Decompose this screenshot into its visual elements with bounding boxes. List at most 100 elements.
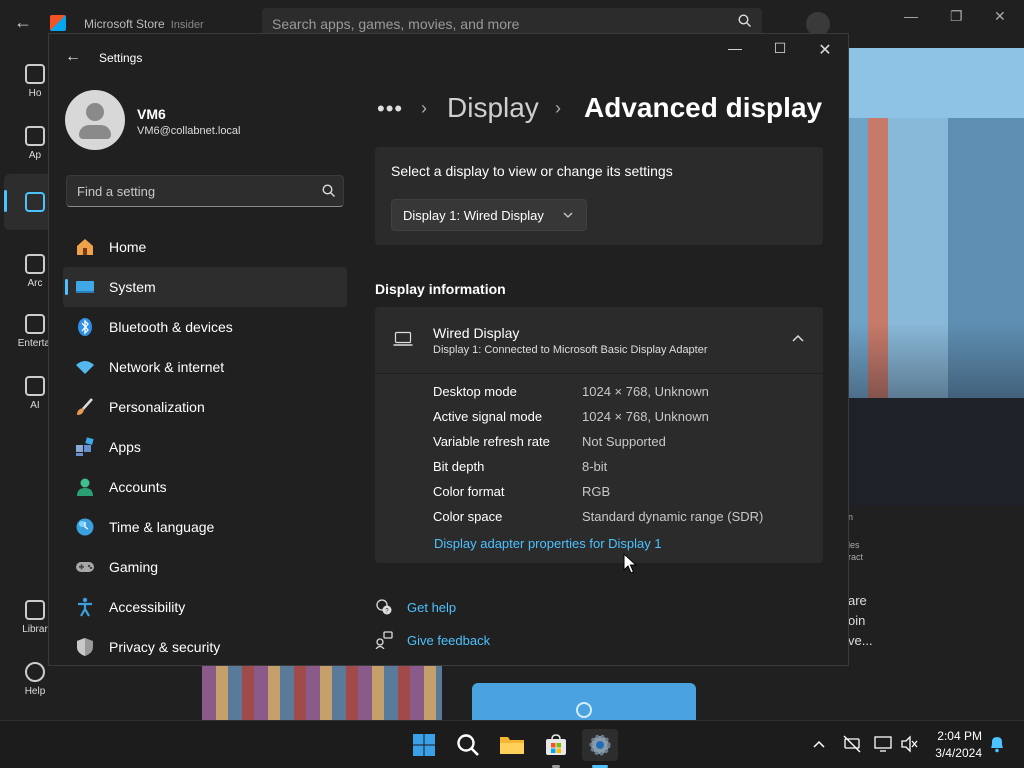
display-info-header[interactable]: Wired Display Display 1: Connected to Mi… [375,307,823,374]
gamepad-icon [76,562,94,572]
bluetooth-icon [78,318,92,336]
mouse-cursor-icon [623,553,637,574]
accessibility-icon [78,597,92,617]
nav-item-gaming[interactable]: Gaming [63,547,347,587]
chevron-up-icon[interactable] [813,739,825,749]
store-card-image[interactable] [202,664,442,720]
store-bag-icon [546,734,566,755]
select-display-label: Select a display to view or change its s… [391,163,673,179]
search-icon [322,184,335,197]
back-button[interactable]: ← [65,48,81,66]
display-subtitle: Display 1: Connected to Microsoft Basic … [433,344,708,356]
nav-item-personalization[interactable]: Personalization [63,387,347,427]
select-display-card: Select a display to view or change its s… [375,147,823,245]
user-email: VM6@collabnet.local [137,125,241,137]
store-minimize-button[interactable]: — [904,8,918,24]
folder-icon [500,737,524,754]
store-close-button[interactable]: ✕ [994,8,1006,25]
notification-bell-icon[interactable] [989,735,1005,753]
nav-item-accounts[interactable]: Accounts [63,467,347,507]
home-icon [77,239,93,255]
breadcrumb-display[interactable]: Display [447,92,539,124]
store-back-button[interactable]: ← [14,12,32,33]
page-title: Advanced display [584,92,823,123]
display-icon[interactable] [874,735,892,753]
volume-muted-icon[interactable] [900,735,918,753]
nav-item-time-language[interactable]: Time & language [63,507,347,547]
avatar[interactable] [65,90,125,150]
taskbar-search-button[interactable] [450,729,486,761]
display-info-card: Wired Display Display 1: Connected to Mi… [375,307,823,563]
settings-window: ← Settings — ☐ ✕ VM6 VM6@collabnet.local… [48,33,849,666]
store-nav-help[interactable]: Help [0,662,70,697]
nav-item-accessibility[interactable]: Accessibility [63,587,347,627]
accounts-icon [77,478,93,496]
nav-item-network[interactable]: Network & internet [63,347,347,387]
breadcrumb-more-button[interactable]: ••• [377,96,403,122]
display-dropdown[interactable]: Display 1: Wired Display [391,199,587,231]
home-icon [25,64,45,84]
store-maximize-button[interactable]: ❐ [950,8,963,25]
store-insider-badge: Insider [170,19,204,31]
entertainment-icon [25,314,45,334]
feedback-icon [375,631,393,649]
store-logo-icon [50,15,66,31]
store-side-text: ract [848,552,864,562]
settings-search-box[interactable] [66,175,344,207]
nav-item-system[interactable]: System [63,267,347,307]
nav-item-bluetooth[interactable]: Bluetooth & devices [63,307,347,347]
store-hero-image[interactable] [848,48,1024,506]
shield-icon [77,638,93,656]
microsoft-store-button[interactable] [538,729,574,761]
globe-clock-icon [76,518,94,536]
store-side-text: ve... [848,633,873,648]
close-button[interactable]: ✕ [809,40,841,60]
store-side-text: oin [848,613,866,628]
arcade-icon [25,254,45,274]
store-side-text: are [848,593,867,608]
window-title: Settings [99,51,143,65]
nav-item-home[interactable]: Home [63,227,347,267]
display-adapter-properties-link[interactable]: Display adapter properties for Display 1 [434,536,662,551]
chevron-up-icon[interactable] [791,333,805,345]
hero-street [848,398,1024,506]
store-search-placeholder: Search apps, games, movies, and more [272,16,520,32]
wifi-icon [76,361,94,374]
chevron-right-icon: › [555,98,561,118]
help-chat-icon: ? [376,599,392,615]
settings-taskbar-button[interactable] [582,729,618,761]
laptop-icon [393,331,413,346]
apps-icon [25,126,45,146]
nav-item-apps[interactable]: Apps [63,427,347,467]
user-name: VM6 [137,106,166,122]
windows-logo-icon [413,734,435,756]
apps-icon [76,437,94,456]
maximize-button[interactable]: ☐ [764,40,796,60]
clock-date[interactable]: 3/4/2024 [928,746,982,760]
settings-nav: Home System Bluetooth & devices Network … [63,227,347,667]
active-indicator [65,279,68,295]
chevron-down-icon [563,212,573,218]
chevron-right-icon: › [421,98,427,118]
store-side-text: les [848,540,860,550]
ai-icon [25,376,45,396]
start-button[interactable] [406,729,442,761]
file-explorer-button[interactable] [494,729,530,761]
network-disconnected-icon[interactable] [843,735,861,753]
search-icon [457,734,479,756]
library-icon [25,600,45,620]
section-heading: Display information [375,281,506,297]
brush-icon [77,398,93,415]
clock-time[interactable]: 2:04 PM [932,729,982,743]
taskbar: 2:04 PM 3/4/2024 [0,720,1024,768]
gaming-icon [25,192,45,212]
settings-search-input[interactable] [67,176,307,206]
system-icon [76,281,94,293]
loading-icon [576,702,592,718]
display-dropdown-value: Display 1: Wired Display [403,208,544,223]
minimize-button[interactable]: — [719,40,751,60]
help-icon [25,662,45,682]
gear-icon [589,734,611,756]
nav-item-privacy[interactable]: Privacy & security [63,627,347,667]
search-icon [738,14,751,27]
